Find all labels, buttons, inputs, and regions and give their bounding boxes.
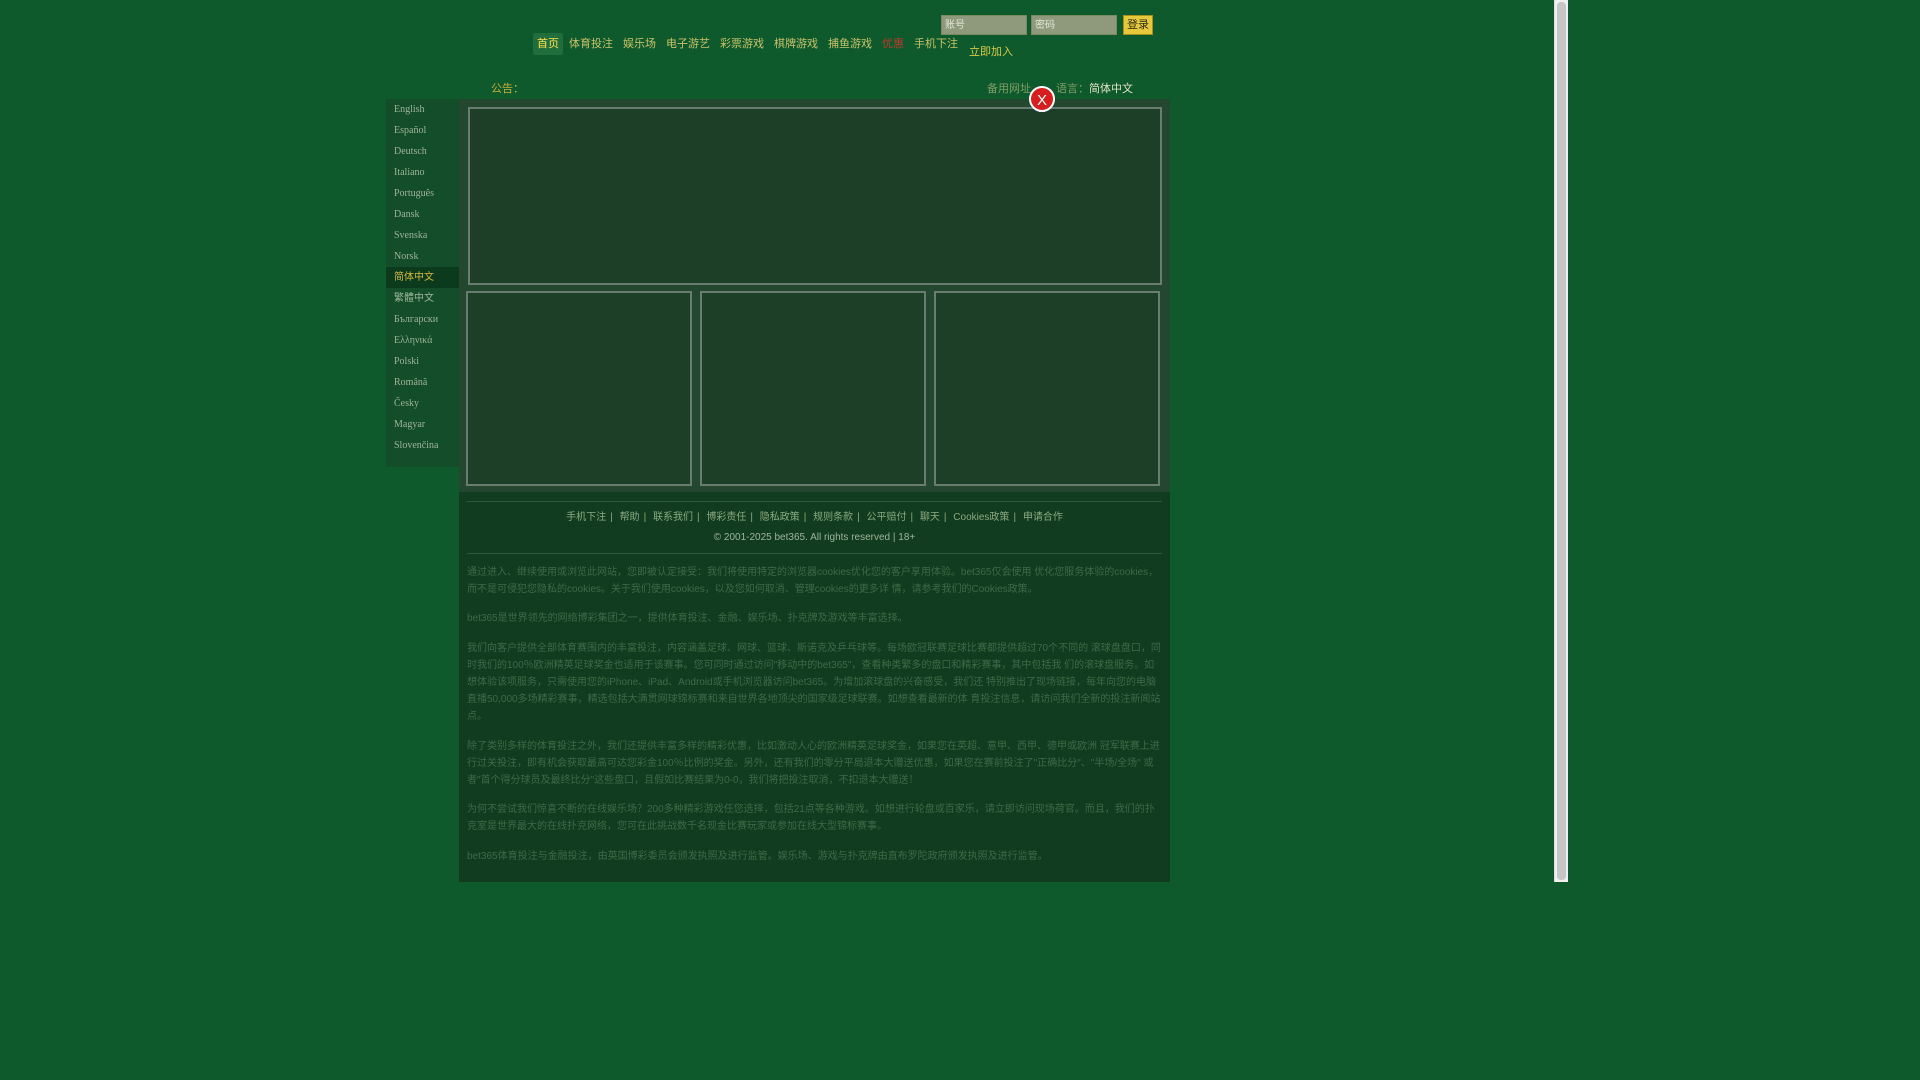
divider: [467, 501, 1162, 502]
nav-lottery[interactable]: 彩票游戏: [716, 33, 768, 55]
footer-link-privacy[interactable]: 隐私政策: [760, 512, 800, 523]
nav-casino[interactable]: 娱乐场: [619, 33, 660, 55]
promotions-paragraph: 除了类别多样的体育投注之外，我们还提供丰富多样的精彩优惠，比如激动人心的欧洲精英…: [467, 741, 1160, 786]
lang-norsk[interactable]: Norsk: [386, 246, 459, 267]
language-sidebar: English Español Deutsch Italiano Portugu…: [386, 99, 459, 467]
login-form: 登录: [941, 15, 1153, 35]
nav-sports[interactable]: 体育投注: [565, 33, 617, 55]
lang-romana[interactable]: Română: [386, 372, 459, 393]
footer-link-affiliates[interactable]: 申请合作: [1023, 512, 1063, 523]
main-nav: 首页 体育投注 娱乐场 电子游艺 彩票游戏 棋牌游戏 捕鱼游戏 优惠 手机下注: [533, 33, 964, 55]
footer-link-fairness[interactable]: 公平赔付: [867, 512, 907, 523]
scrollbar-thumb[interactable]: [1557, 2, 1566, 880]
lang-portugues[interactable]: Português: [386, 183, 459, 204]
language-indicator: 语言：简体中文: [1056, 80, 1133, 96]
promo-box-2[interactable]: [700, 291, 926, 486]
copyright: © 2001-2025 bet365. All rights reserved …: [713, 532, 916, 543]
footer-link-help[interactable]: 帮助: [620, 512, 640, 523]
footer-area: 手机下注 | 帮助 | 联系我们 | 博彩责任 | 隐私政策 | 规则条款 | 公平赔付 | …: [459, 492, 1170, 882]
main-content-panel: [459, 99, 1170, 492]
backup-site-link[interactable]: 备用网址: [987, 80, 1031, 96]
footer-link-chat[interactable]: 聊天: [920, 512, 940, 523]
intro-paragraph: bet365是世界领先的网络博彩集团之一，提供体育投注、金融、娱乐场、扑克牌及游…: [467, 613, 908, 624]
lang-italiano[interactable]: Italiano: [386, 162, 459, 183]
lang-cesky[interactable]: Česky: [386, 393, 459, 414]
language-value[interactable]: 简体中文: [1089, 83, 1133, 95]
language-label: 语言：: [1056, 83, 1089, 95]
cookie-paragraph: 通过进入、继续使用或浏览此网站，您即被认定接受：我们将使用特定的浏览器cooki…: [467, 567, 1159, 595]
sports-paragraph: 我们向客户提供全部体育赛围内的丰富投注，内容涵盖足球、网球、篮球、斯诺克及乒乓球…: [467, 643, 1161, 722]
lang-polski[interactable]: Polski: [386, 351, 459, 372]
lang-traditional-chinese[interactable]: 繁體中文: [386, 288, 459, 309]
username-input[interactable]: [941, 15, 1027, 35]
lang-greek[interactable]: Ελληνικά: [386, 330, 459, 351]
footer-links: 手机下注 | 帮助 | 联系我们 | 博彩责任 | 隐私政策 | 规则条款 | 公平赔付 | …: [566, 512, 1063, 523]
join-now-link[interactable]: 立即加入: [969, 43, 1013, 59]
promo-box-3[interactable]: [934, 291, 1160, 486]
lang-slovencina[interactable]: Slovenčina: [386, 435, 459, 456]
lang-svenska[interactable]: Svenska: [386, 225, 459, 246]
nav-home[interactable]: 首页: [533, 33, 563, 55]
nav-chess[interactable]: 棋牌游戏: [770, 33, 822, 55]
lang-magyar[interactable]: Magyar: [386, 414, 459, 435]
vertical-scrollbar[interactable]: [1554, 0, 1568, 882]
lang-deutsch[interactable]: Deutsch: [386, 141, 459, 162]
divider: [467, 553, 1162, 554]
close-popup-button[interactable]: X: [1029, 86, 1055, 112]
nav-mobile[interactable]: 手机下注: [910, 33, 962, 55]
nav-promotions[interactable]: 优惠: [878, 33, 908, 55]
footer-link-responsible[interactable]: 博彩责任: [706, 512, 746, 523]
license-paragraph: bet365体育投注与金融投注，由英国博彩委员会颁发执照及进行监管。娱乐场、游戏…: [467, 851, 1048, 862]
lang-bulgarian[interactable]: Български: [386, 309, 459, 330]
nav-fishing[interactable]: 捕鱼游戏: [824, 33, 876, 55]
nav-games[interactable]: 电子游艺: [662, 33, 714, 55]
footer-link-contact[interactable]: 联系我们: [653, 512, 693, 523]
lang-english[interactable]: English: [386, 99, 459, 120]
promo-box-1[interactable]: [466, 291, 692, 486]
notice-label: 公告：: [491, 83, 524, 95]
casino-paragraph: 为何不尝试我们惊喜不断的在线娱乐场？200多种精彩游戏任您选择，包括21点等各种…: [467, 804, 1155, 832]
footer-link-cookies[interactable]: Cookies政策: [953, 512, 1009, 523]
login-button[interactable]: 登录: [1123, 15, 1153, 35]
footer-link-mobile[interactable]: 手机下注: [566, 512, 606, 523]
lang-espanol[interactable]: Español: [386, 120, 459, 141]
footer-link-terms[interactable]: 规则条款: [813, 512, 853, 523]
lang-dansk[interactable]: Dansk: [386, 204, 459, 225]
promo-banner[interactable]: [468, 107, 1162, 285]
lang-simplified-chinese[interactable]: 简体中文: [386, 267, 459, 288]
password-input[interactable]: [1031, 15, 1117, 35]
